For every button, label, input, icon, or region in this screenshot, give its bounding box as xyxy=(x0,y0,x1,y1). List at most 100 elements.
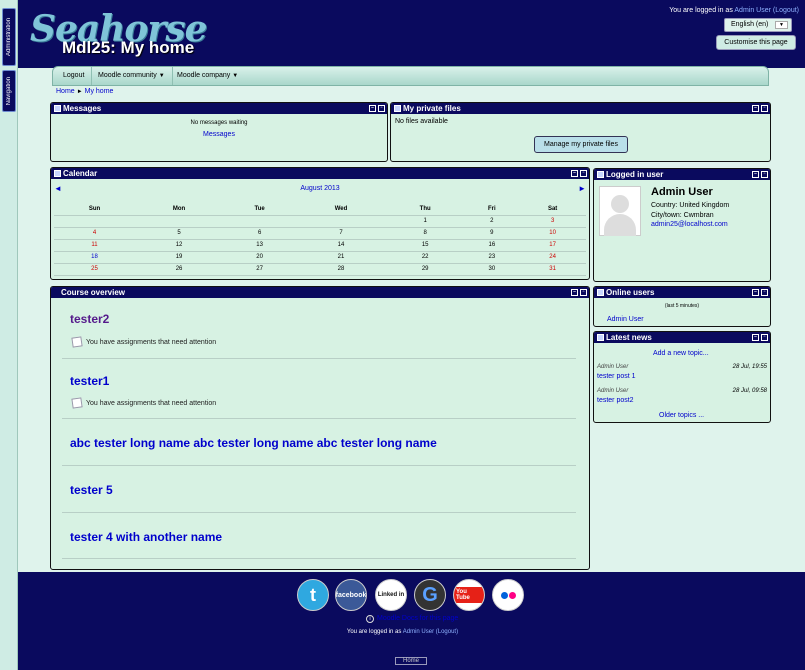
flickr-icon[interactable] xyxy=(492,579,524,611)
calendar-day: 17 xyxy=(519,239,586,252)
breadcrumb-my-home[interactable]: My home xyxy=(85,88,114,95)
calendar-day: 25 xyxy=(54,263,136,276)
dock-icon[interactable]: ▫ xyxy=(761,334,768,341)
calendar-day: 27 xyxy=(223,263,297,276)
news-date: 28 Jul, 09:58 xyxy=(732,388,767,394)
avatar[interactable] xyxy=(599,186,641,236)
calendar-day: 5 xyxy=(135,227,224,240)
dock-icon[interactable]: ▫ xyxy=(761,171,768,178)
course-link[interactable]: tester1 xyxy=(70,374,109,388)
dock-icon[interactable]: ▫ xyxy=(761,289,768,296)
older-topics-link[interactable]: Older topics ... xyxy=(659,412,704,419)
login-prefix: You are logged in as xyxy=(669,7,733,14)
caret-down-icon: ▼ xyxy=(158,73,165,79)
users-icon xyxy=(597,289,604,296)
block-title: Course overview xyxy=(61,288,126,297)
assignment-notice[interactable]: You have assignments that need attention xyxy=(71,397,217,409)
manage-files-button[interactable]: Manage my private files xyxy=(534,136,628,153)
dock-icon[interactable]: ▫ xyxy=(580,170,587,177)
assignment-notice-text: You have assignments that need attention xyxy=(86,338,217,346)
course-divider xyxy=(62,512,576,513)
user-full-name[interactable]: Admin User xyxy=(651,186,713,198)
online-note: (last 5 minutes) xyxy=(664,303,700,309)
menu-item-logout[interactable]: Logout xyxy=(56,67,93,85)
calendar-day: 16 xyxy=(464,239,520,252)
dock-icon[interactable]: ▫ xyxy=(580,289,587,296)
facebook-icon[interactable]: facebook xyxy=(335,579,367,611)
docs-link-row[interactable]: i Moodle Docs for this page xyxy=(366,615,458,623)
course-divider xyxy=(62,465,576,466)
twitter-icon[interactable]: t xyxy=(297,579,329,611)
youtube-icon[interactable]: You Tube xyxy=(453,579,485,611)
calendar-day: 23 xyxy=(464,251,520,264)
block-header: Messages – ▫ xyxy=(51,103,387,114)
add-topic-link[interactable]: Add a new topic... xyxy=(653,350,709,357)
dock-tab-navigation[interactable]: Navigation xyxy=(2,70,16,112)
files-icon xyxy=(394,105,401,112)
block-header: Course overview – ▫ xyxy=(51,287,589,298)
minimize-icon[interactable]: – xyxy=(571,289,578,296)
linkedin-label: Linked in xyxy=(377,592,405,598)
assignment-icon xyxy=(71,336,83,348)
minimize-icon[interactable]: – xyxy=(571,170,578,177)
weekday-header: Thu xyxy=(385,203,465,216)
news-date: 28 Jul, 19:55 xyxy=(732,364,767,370)
calendar-day xyxy=(223,215,297,228)
footer-user-link[interactable]: Admin User xyxy=(403,629,434,635)
dock-tab-administration[interactable]: Administration xyxy=(2,8,16,66)
logout-link[interactable]: (Logout) xyxy=(773,7,799,14)
minimize-icon[interactable]: – xyxy=(752,334,759,341)
online-users-block: Online users – ▫ (last 5 minutes) Admin U… xyxy=(593,286,771,327)
calendar-day xyxy=(296,215,386,228)
course-link[interactable]: abc tester long name abc tester long nam… xyxy=(70,436,437,450)
breadcrumb-home[interactable]: Home xyxy=(56,88,75,95)
footer-logout-link[interactable]: (Logout) xyxy=(436,629,458,635)
breadcrumb-separator-icon: ► xyxy=(76,89,83,95)
header-login-info: You are logged in as Admin User (Logout) xyxy=(669,7,799,14)
calendar-month[interactable]: August 2013 xyxy=(51,185,589,192)
online-user-link[interactable]: Admin User xyxy=(607,316,644,323)
calendar-day: 31 xyxy=(519,263,586,276)
calendar-day: 9 xyxy=(464,227,520,240)
custom-menu: Logout Moodle community ▼ Moodle company… xyxy=(52,66,769,86)
minimize-icon[interactable]: – xyxy=(752,171,759,178)
calendar-day: 15 xyxy=(385,239,465,252)
minimize-icon[interactable]: – xyxy=(752,105,759,112)
next-month-icon[interactable]: ► xyxy=(578,184,586,193)
menu-item-company[interactable]: Moodle company ▼ xyxy=(170,67,245,85)
assignment-notice-text: You have assignments that need attention xyxy=(86,399,217,407)
user-icon xyxy=(597,171,604,178)
user-profile-link[interactable]: Admin User xyxy=(734,7,771,14)
menu-item-community[interactable]: Moodle community ▼ xyxy=(91,67,173,85)
language-select[interactable]: English (en) ▼ xyxy=(724,18,792,32)
course-link[interactable]: tester2 xyxy=(70,312,109,326)
block-header: Latest news – ▫ xyxy=(594,332,770,343)
customise-page-button[interactable]: Customise this page xyxy=(716,35,796,50)
google-icon[interactable]: G xyxy=(414,579,446,611)
course-link[interactable]: tester 4 with another name xyxy=(70,530,222,544)
minimize-icon[interactable]: – xyxy=(752,289,759,296)
minimize-icon[interactable]: – xyxy=(369,105,376,112)
docs-link[interactable]: Moodle Docs for this page xyxy=(377,615,458,622)
course-link[interactable]: tester 5 xyxy=(70,483,113,497)
dock-icon[interactable]: ▫ xyxy=(761,105,768,112)
news-post-link[interactable]: tester post 1 xyxy=(597,373,636,380)
news-icon xyxy=(597,334,604,341)
linkedin-icon[interactable]: Linked in xyxy=(375,579,407,611)
calendar-day: 14 xyxy=(296,239,386,252)
page-title: Mdl25: My home xyxy=(62,38,195,57)
news-post-link[interactable]: tester post2 xyxy=(597,397,634,404)
calendar-day[interactable]: 18 xyxy=(54,251,136,264)
messages-link[interactable]: Messages xyxy=(203,131,235,138)
course-divider xyxy=(62,558,576,559)
calendar-day: 24 xyxy=(519,251,586,264)
course-overview-block: Course overview – ▫ xyxy=(50,286,590,570)
calendar-day: 21 xyxy=(296,251,386,264)
user-email-link[interactable]: admin25@localhost.com xyxy=(651,221,728,228)
footer-home-link[interactable]: Home xyxy=(395,657,427,665)
calendar-day: 28 xyxy=(296,263,386,276)
calendar-day: 12 xyxy=(135,239,224,252)
dock-icon[interactable]: ▫ xyxy=(378,105,385,112)
block-title: Logged in user xyxy=(606,170,664,179)
assignment-notice[interactable]: You have assignments that need attention xyxy=(71,336,217,348)
